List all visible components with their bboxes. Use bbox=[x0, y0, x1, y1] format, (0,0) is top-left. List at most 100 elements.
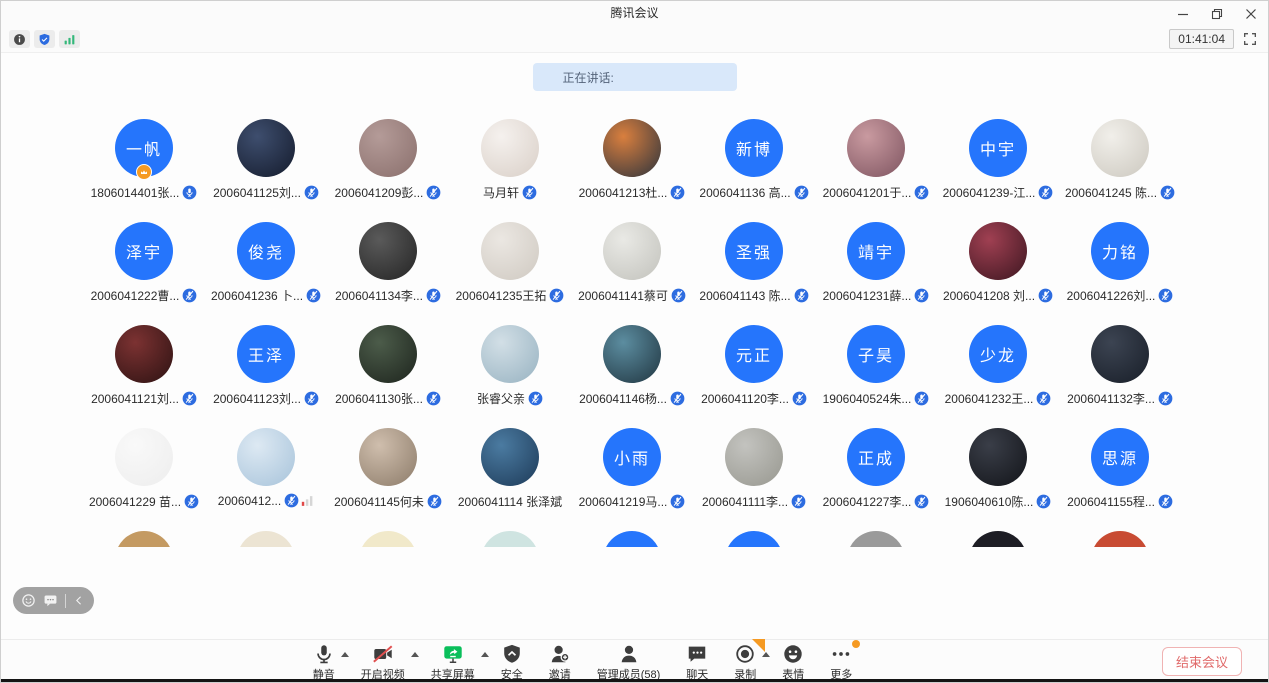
participant-tile[interactable]: 2006041245 陈... bbox=[1059, 119, 1181, 201]
host-badge-icon bbox=[136, 164, 152, 180]
participant-tile[interactable]: 2006041141蔡可 bbox=[571, 222, 693, 304]
mic-muted-icon bbox=[670, 494, 685, 509]
emoji-icon[interactable] bbox=[21, 593, 36, 608]
toolbar-item-invite[interactable]: 邀请 bbox=[536, 643, 584, 682]
participant-tile[interactable]: 中宇2006041239-江... bbox=[937, 119, 1059, 201]
end-meeting-button[interactable]: 结束会议 bbox=[1162, 647, 1242, 676]
participant-tile[interactable]: 王泽2006041123刘... bbox=[205, 325, 327, 407]
restore-button[interactable] bbox=[1200, 1, 1234, 26]
participant-tile[interactable]: 力铭2006041226刘... bbox=[1059, 222, 1181, 304]
more-icon bbox=[830, 643, 852, 665]
toolbar-item-members[interactable]: 管理成员(58) bbox=[584, 643, 674, 682]
participant-tile[interactable]: 2006041121刘... bbox=[83, 325, 205, 407]
mic-muted-icon bbox=[528, 391, 543, 406]
toolbar-item-screen-share[interactable]: 共享屏幕 bbox=[418, 643, 488, 682]
participant-name: 2006041121刘... bbox=[91, 390, 179, 407]
toolbar-item-record[interactable]: 录制 bbox=[721, 643, 769, 682]
participant-tile[interactable]: 思源2006041155程... bbox=[1059, 428, 1181, 510]
fullscreen-icon[interactable] bbox=[1242, 31, 1258, 47]
close-button[interactable] bbox=[1234, 1, 1268, 26]
participant-tile[interactable]: 正成2006041227李... bbox=[815, 428, 937, 510]
reaction-pill bbox=[13, 587, 94, 614]
toolbar-item-shield[interactable]: 安全 bbox=[488, 643, 536, 682]
participant-name: 2006041134李... bbox=[335, 287, 423, 304]
minimize-button[interactable] bbox=[1166, 1, 1200, 26]
participant-avatar: 圣强 bbox=[725, 222, 783, 280]
shield-icon bbox=[501, 643, 523, 665]
signal-bars-icon[interactable] bbox=[59, 30, 80, 48]
participant-avatar bbox=[115, 428, 173, 486]
toolbar-item-more[interactable]: 更多 bbox=[817, 643, 865, 682]
participant-name: 2006041235王拓 bbox=[456, 287, 547, 304]
participant-tile[interactable]: 1906040610陈... bbox=[937, 428, 1059, 510]
participant-tile[interactable]: 少龙 2006041232王... bbox=[937, 325, 1059, 407]
participant-tile[interactable]: 2006041145何未 bbox=[327, 428, 449, 510]
record-badge bbox=[752, 639, 765, 652]
participant-tile[interactable]: 2006041201于... bbox=[815, 119, 937, 201]
participant-tile[interactable]: 2006041125刘... bbox=[205, 119, 327, 201]
participant-tile[interactable]: 2006041130张... bbox=[327, 325, 449, 407]
participant-tile[interactable]: 2006041132李... bbox=[1059, 325, 1181, 407]
mic-muted-icon bbox=[1036, 391, 1051, 406]
participant-tile[interactable]: 靖宇2006041231薛... bbox=[815, 222, 937, 304]
participant-avatar bbox=[1091, 325, 1149, 383]
participant-tile[interactable]: 马月轩 bbox=[449, 119, 571, 201]
participant-tile[interactable]: 元正2006041120李... bbox=[693, 325, 815, 407]
participant-tile[interactable]: 子昊1906040524朱... bbox=[815, 325, 937, 407]
participant-tile[interactable]: 2006041213杜... bbox=[571, 119, 693, 201]
participant-avatar bbox=[359, 119, 417, 177]
participant-tile[interactable]: 张睿父亲 bbox=[449, 325, 571, 407]
participant-tile[interactable]: 2006041209彭... bbox=[327, 119, 449, 201]
participant-tile[interactable]: 俊尧2006041236 卜... bbox=[205, 222, 327, 304]
participant-name: 1806014401张... bbox=[91, 184, 180, 201]
participant-name: 2006041209彭... bbox=[335, 184, 424, 201]
mic-muted-icon bbox=[426, 391, 441, 406]
participant-tile[interactable]: 2006041208 刘... bbox=[937, 222, 1059, 304]
participant-name: 2006041232王... bbox=[945, 390, 1034, 407]
participant-tile[interactable]: 小雨2006041219马... bbox=[571, 428, 693, 510]
shield-check-icon[interactable] bbox=[34, 30, 55, 48]
participant-avatar bbox=[359, 325, 417, 383]
participant-tile[interactable]: 2006041114 张泽斌 bbox=[449, 428, 571, 510]
collapse-chevron-icon[interactable] bbox=[73, 594, 86, 607]
participant-tile[interactable]: 2006041235王拓 bbox=[449, 222, 571, 304]
mic-muted-icon bbox=[1036, 494, 1051, 509]
participant-tile[interactable]: 20060412... bbox=[205, 428, 327, 508]
participant-tile[interactable]: 新博2006041136 高... bbox=[693, 119, 815, 201]
participant-tile[interactable]: 2006041146杨... bbox=[571, 325, 693, 407]
mic-muted-icon bbox=[549, 288, 564, 303]
participant-name: 2006041114 张泽斌 bbox=[458, 493, 562, 510]
participant-avatar: 少龙 bbox=[969, 325, 1027, 383]
chat-bubble-icon[interactable] bbox=[43, 593, 58, 608]
info-icon[interactable] bbox=[9, 30, 30, 48]
participant-name: 马月轩 bbox=[483, 184, 519, 201]
participant-tile[interactable]: 一帆1806014401张... bbox=[83, 119, 205, 201]
participant-avatar: 正成 bbox=[847, 428, 905, 486]
participant-tile[interactable]: 圣强2006041143 陈... bbox=[693, 222, 815, 304]
toolbar-item-mic[interactable]: 静音 bbox=[300, 643, 348, 682]
toolbar-item-camera-off[interactable]: 开启视频 bbox=[348, 643, 418, 682]
participant-name: 2006041141蔡可 bbox=[578, 287, 668, 304]
poor-network-icon bbox=[301, 495, 314, 507]
mic-muted-icon bbox=[914, 494, 929, 509]
mic-muted-icon bbox=[791, 494, 806, 509]
participant-avatar bbox=[115, 325, 173, 383]
participant-name: 2006041120李... bbox=[701, 390, 789, 407]
participant-tile[interactable]: 2006041111李... bbox=[693, 428, 815, 510]
mic-on-icon bbox=[182, 185, 197, 200]
participant-name: 2006041130张... bbox=[335, 390, 423, 407]
participant-tile[interactable]: 2006041134李... bbox=[327, 222, 449, 304]
participant-name: 2006041136 高... bbox=[699, 184, 790, 201]
participant-tile[interactable]: 泽宇2006041222曹... bbox=[83, 222, 205, 304]
participant-tile[interactable]: 2006041229 苗... bbox=[83, 428, 205, 510]
participant-avatar bbox=[847, 119, 905, 177]
participant-avatar: 靖宇 bbox=[847, 222, 905, 280]
toolbar-item-chat[interactable]: 聊天 bbox=[673, 643, 721, 682]
mic-muted-icon bbox=[426, 185, 441, 200]
mic-muted-icon bbox=[794, 288, 809, 303]
toolbar-item-emoji[interactable]: 表情 bbox=[769, 643, 817, 682]
participant-name: 2006041245 陈... bbox=[1065, 184, 1157, 201]
notification-dot bbox=[852, 640, 860, 648]
participant-avatar: 力铭 bbox=[1091, 222, 1149, 280]
mic-muted-icon bbox=[184, 494, 199, 509]
